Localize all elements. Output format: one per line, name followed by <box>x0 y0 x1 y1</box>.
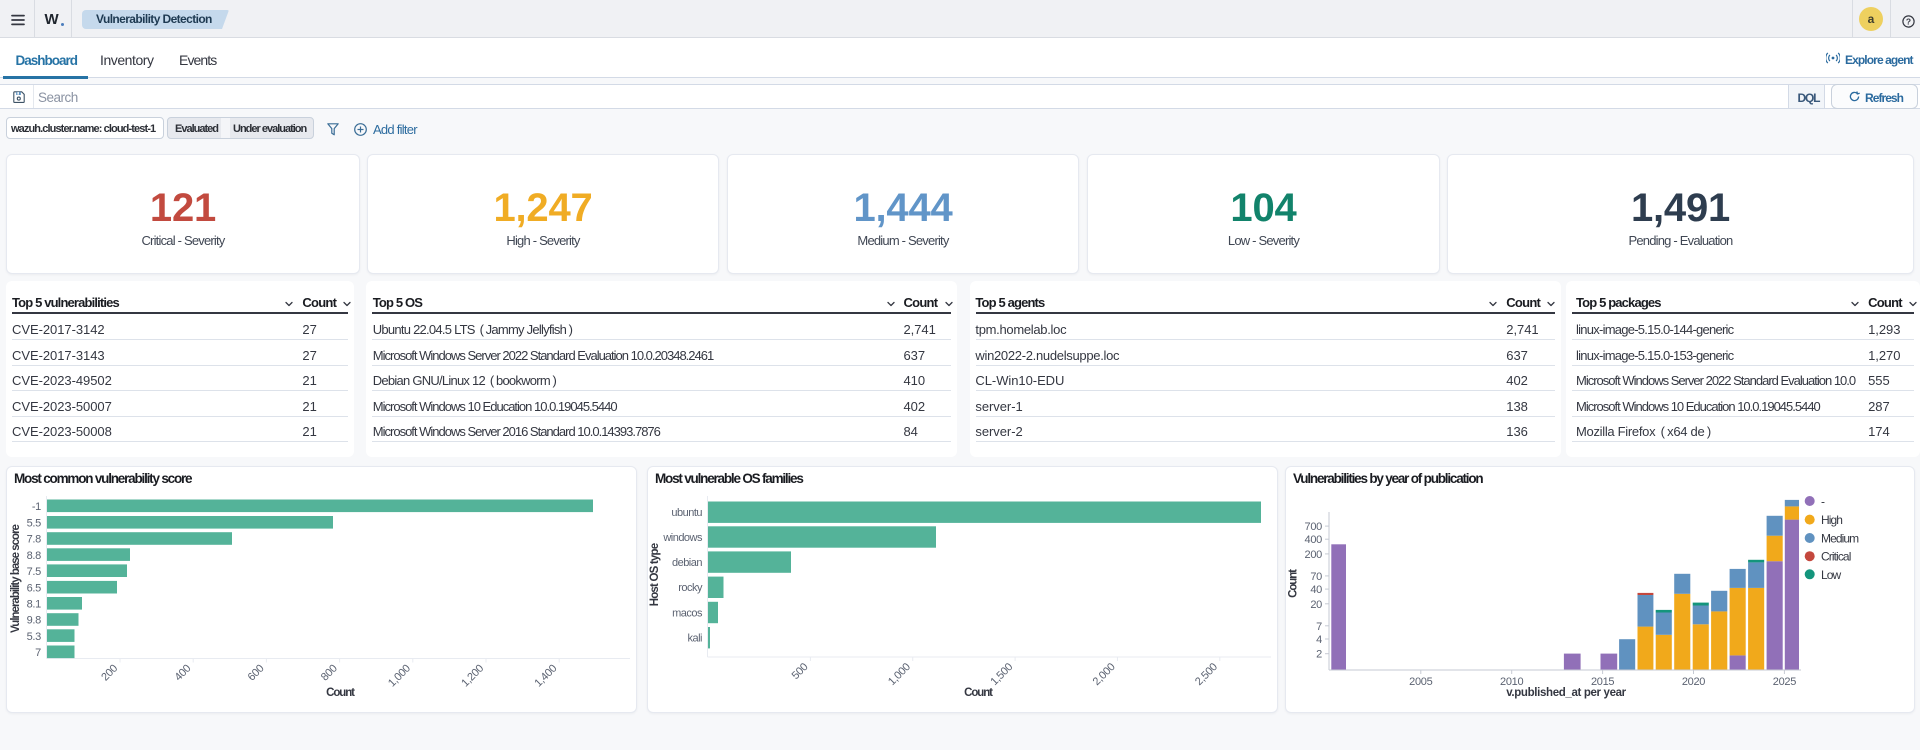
svg-text:?: ? <box>1906 16 1911 26</box>
svg-text:Count: Count <box>964 687 993 699</box>
svg-text:Low: Low <box>1821 568 1842 582</box>
svg-text:400: 400 <box>1305 534 1323 546</box>
svg-text:-1: -1 <box>32 501 41 513</box>
svg-text:500: 500 <box>790 661 811 682</box>
svg-text:Host OS type: Host OS type <box>649 543 661 606</box>
svg-text:Critical: Critical <box>1821 550 1851 564</box>
svg-text:1,000: 1,000 <box>386 663 413 690</box>
svg-text:70: 70 <box>1310 571 1322 583</box>
svg-text:4: 4 <box>1316 634 1322 646</box>
svg-text:windows: windows <box>662 532 703 544</box>
svg-text:8.1: 8.1 <box>27 599 42 611</box>
svg-text:200: 200 <box>1305 549 1323 561</box>
svg-text:8.8: 8.8 <box>27 550 42 562</box>
svg-text:macos: macos <box>672 607 703 619</box>
svg-text:High: High <box>1821 513 1842 527</box>
svg-text:Count: Count <box>326 687 355 699</box>
svg-text:20: 20 <box>1310 599 1322 611</box>
svg-text:ubuntu: ubuntu <box>671 507 702 519</box>
svg-text:2020: 2020 <box>1682 676 1705 688</box>
svg-text:400: 400 <box>172 663 193 684</box>
svg-text:7.8: 7.8 <box>27 534 42 546</box>
svg-text:2025: 2025 <box>1773 676 1796 688</box>
svg-text:600: 600 <box>246 663 267 684</box>
svg-text:Count: Count <box>1288 569 1300 598</box>
svg-text:800: 800 <box>319 663 340 684</box>
svg-text:1,200: 1,200 <box>459 663 486 690</box>
svg-text:Vulnerability base score: Vulnerability base score <box>10 524 22 632</box>
svg-text:5.5: 5.5 <box>27 518 42 530</box>
svg-text:7: 7 <box>1316 621 1322 633</box>
svg-text:Medium: Medium <box>1821 532 1859 546</box>
svg-text:5.3: 5.3 <box>27 631 42 643</box>
svg-text:2: 2 <box>1316 649 1322 661</box>
svg-text:200: 200 <box>99 663 120 684</box>
svg-text:-: - <box>1821 495 1825 509</box>
svg-text:7.5: 7.5 <box>27 566 42 578</box>
svg-text:rocky: rocky <box>678 582 703 594</box>
svg-text:1,000: 1,000 <box>886 661 913 688</box>
svg-text:1,400: 1,400 <box>532 663 559 690</box>
svg-text:debian: debian <box>672 557 702 569</box>
svg-text:40: 40 <box>1310 584 1322 596</box>
svg-text:2005: 2005 <box>1409 676 1432 688</box>
svg-text:1,500: 1,500 <box>988 661 1015 688</box>
svg-text:2,500: 2,500 <box>1193 661 1220 688</box>
svg-text:6.5: 6.5 <box>27 582 42 594</box>
svg-text:v.published_at per year: v.published_at per year <box>1506 687 1626 699</box>
svg-text:9.8: 9.8 <box>27 615 42 627</box>
svg-text:kali: kali <box>687 633 702 645</box>
svg-text:2,000: 2,000 <box>1091 661 1118 688</box>
svg-text:700: 700 <box>1305 521 1323 533</box>
svg-text:7: 7 <box>35 647 41 659</box>
